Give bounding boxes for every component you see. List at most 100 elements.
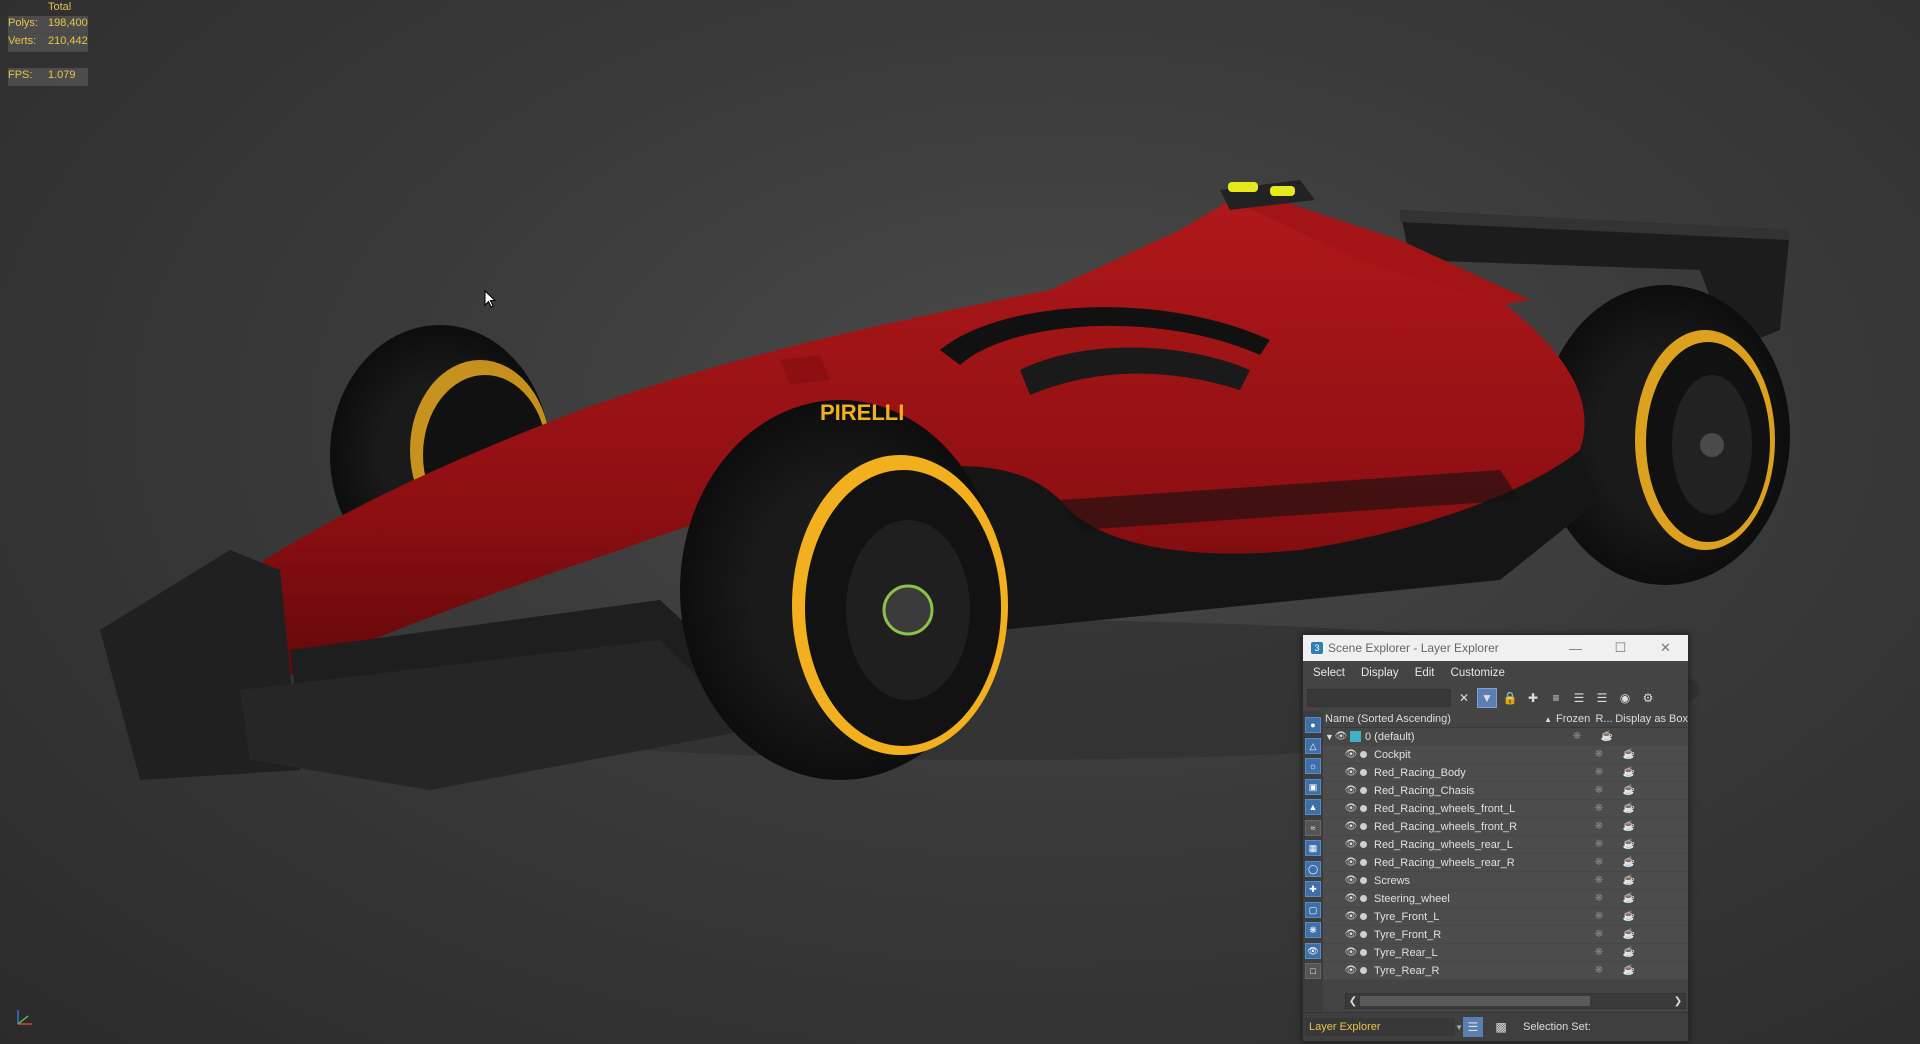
render-teapot-icon[interactable]: ☕	[1619, 875, 1639, 886]
scroll-left-icon[interactable]: ❮	[1346, 996, 1360, 1007]
spacewarps-filter-icon[interactable]: ≈	[1305, 819, 1321, 836]
visibility-eye-icon[interactable]: 👁	[1345, 839, 1358, 851]
render-teapot-icon[interactable]: ☕	[1619, 893, 1639, 904]
close-button[interactable]: ✕	[1643, 635, 1688, 661]
column-display-as-box[interactable]: Display as Box	[1615, 713, 1688, 725]
layer-row[interactable]: 👁 Red_Racing_Chasis ❋ ☕	[1323, 782, 1688, 800]
horizontal-scrollbar[interactable]: ❮ ❯	[1345, 993, 1686, 1009]
layer-row[interactable]: 👁 Red_Racing_wheels_rear_L ❋ ☕	[1323, 836, 1688, 854]
layer-row[interactable]: 👁 Tyre_Front_R ❋ ☕	[1323, 926, 1688, 944]
visibility-eye-icon[interactable]: 👁	[1345, 947, 1358, 959]
render-teapot-icon[interactable]: ☕	[1619, 911, 1639, 922]
render-teapot-icon[interactable]: ☕	[1619, 803, 1639, 814]
layers-mode-icon[interactable]: ☰	[1463, 1017, 1483, 1037]
particles-filter-icon[interactable]: ❋	[1305, 922, 1321, 938]
frozen-toggle-icon[interactable]: ❋	[1579, 929, 1619, 940]
visibility-eye-icon[interactable]: 👁	[1345, 965, 1358, 977]
layer-row-default[interactable]: ▼ 👁 0 (default) ❋ ☕	[1323, 728, 1688, 746]
add-to-layer-icon[interactable]: ≡	[1546, 688, 1566, 708]
frozen-toggle-icon[interactable]: ❋	[1579, 785, 1619, 796]
bones-filter-icon[interactable]: ✚	[1305, 881, 1321, 897]
visibility-eye-icon[interactable]: 👁	[1345, 803, 1358, 815]
visibility-eye-icon[interactable]: 👁	[1345, 857, 1358, 869]
highlight-icon[interactable]: ◉	[1615, 688, 1635, 708]
visibility-eye-icon[interactable]: 👁	[1345, 749, 1358, 761]
visibility-eye-icon[interactable]: 👁	[1345, 875, 1358, 887]
visibility-eye-icon[interactable]: 👁	[1345, 911, 1358, 923]
frozen-toggle-icon[interactable]: ❋	[1579, 947, 1619, 958]
column-name[interactable]: Name (Sorted Ascending) ▲	[1323, 713, 1556, 725]
lights-filter-icon[interactable]: ☼	[1305, 758, 1321, 774]
minimize-button[interactable]: —	[1553, 635, 1598, 661]
filter-icon[interactable]: ▼	[1477, 688, 1497, 708]
render-teapot-icon[interactable]: ☕	[1619, 785, 1639, 796]
layer-row[interactable]: 👁 Red_Racing_wheels_front_R ❋ ☕	[1323, 818, 1688, 836]
groups-filter-icon[interactable]: ▦	[1305, 840, 1321, 856]
layer-name: Tyre_Rear_R	[1374, 964, 1440, 977]
visibility-eye-icon[interactable]: 👁	[1345, 929, 1358, 941]
frozen-toggle-icon[interactable]: ❋	[1557, 731, 1597, 742]
scroll-right-icon[interactable]: ❯	[1671, 996, 1685, 1007]
visibility-eye-icon[interactable]: 👁	[1345, 785, 1358, 797]
frozen-toggle-icon[interactable]: ❋	[1579, 821, 1619, 832]
maximize-button[interactable]: ☐	[1598, 635, 1643, 661]
frozen-toggle-icon[interactable]: ❋	[1579, 911, 1619, 922]
search-input[interactable]	[1307, 689, 1451, 707]
hierarchy-icon[interactable]: ☰	[1569, 688, 1589, 708]
new-layer-icon[interactable]: ✚	[1523, 688, 1543, 708]
menu-customize[interactable]: Customize	[1451, 667, 1505, 679]
layer-row[interactable]: 👁 Red_Racing_wheels_front_L ❋ ☕	[1323, 800, 1688, 818]
layer-row[interactable]: 👁 Tyre_Rear_L ❋ ☕	[1323, 944, 1688, 962]
visibility-filter-icon[interactable]: 👁	[1305, 942, 1321, 959]
xrefs-filter-icon[interactable]: ◯	[1305, 860, 1321, 877]
render-teapot-icon[interactable]: ☕	[1619, 767, 1639, 778]
layer-row[interactable]: 👁 Screws ❋ ☕	[1323, 872, 1688, 890]
render-teapot-icon[interactable]: ☕	[1597, 731, 1617, 742]
frozen-toggle-icon[interactable]: ❋	[1579, 965, 1619, 976]
menu-select[interactable]: Select	[1313, 667, 1345, 679]
render-teapot-icon[interactable]: ☕	[1619, 929, 1639, 940]
render-teapot-icon[interactable]: ☕	[1619, 839, 1639, 850]
layer-row[interactable]: 👁 Tyre_Rear_R ❋ ☕	[1323, 962, 1688, 980]
helpers-filter-icon[interactable]: ▲	[1305, 799, 1321, 815]
containers-filter-icon[interactable]: ▢	[1305, 901, 1321, 918]
render-teapot-icon[interactable]: ☕	[1619, 947, 1639, 958]
frozen-toggle-icon[interactable]: ❋	[1579, 875, 1619, 886]
clear-search-icon[interactable]: ✕	[1454, 688, 1474, 708]
render-teapot-icon[interactable]: ☕	[1619, 749, 1639, 760]
hierarchy-mode-icon[interactable]: ▩	[1491, 1017, 1511, 1037]
frozen-toggle-icon[interactable]: ❋	[1579, 749, 1619, 760]
layer-row[interactable]: 👁 Red_Racing_wheels_rear_R ❋ ☕	[1323, 854, 1688, 872]
layer-row[interactable]: 👁 Red_Racing_Body ❋ ☕	[1323, 764, 1688, 782]
visibility-eye-icon[interactable]: 👁	[1345, 821, 1358, 833]
menu-display[interactable]: Display	[1361, 667, 1399, 679]
menu-edit[interactable]: Edit	[1415, 667, 1435, 679]
visibility-eye-icon[interactable]: 👁	[1345, 767, 1358, 779]
render-teapot-icon[interactable]: ☕	[1619, 965, 1639, 976]
geometry-filter-icon[interactable]: ●	[1305, 717, 1321, 733]
cameras-filter-icon[interactable]: ▣	[1305, 778, 1321, 795]
frozen-toggle-icon[interactable]: ❋	[1579, 803, 1619, 814]
frozen-toggle-icon[interactable]: ❋	[1579, 839, 1619, 850]
explorer-dropdown[interactable]: Layer Explorer ▼	[1305, 1018, 1463, 1036]
frozen-toggle-icon[interactable]: ❋	[1579, 893, 1619, 904]
expand-arrow-icon[interactable]: ▼	[1325, 732, 1335, 742]
lock-icon[interactable]: 🔒	[1500, 688, 1520, 708]
visibility-eye-icon[interactable]: 👁	[1345, 893, 1358, 905]
render-teapot-icon[interactable]: ☕	[1619, 821, 1639, 832]
panel-titlebar[interactable]: 3 Scene Explorer - Layer Explorer — ☐ ✕	[1303, 635, 1688, 661]
layers-icon[interactable]: ☰	[1592, 688, 1612, 708]
visibility-eye-icon[interactable]: 👁	[1335, 731, 1348, 743]
layer-row[interactable]: 👁 Tyre_Front_L ❋ ☕	[1323, 908, 1688, 926]
scroll-thumb[interactable]	[1360, 996, 1590, 1006]
layer-row[interactable]: 👁 Cockpit ❋ ☕	[1323, 746, 1688, 764]
frozen-toggle-icon[interactable]: ❋	[1579, 767, 1619, 778]
frozen-toggle-icon[interactable]: ❋	[1579, 857, 1619, 868]
display-all-icon[interactable]: □	[1305, 963, 1321, 979]
settings-icon[interactable]: ⚙	[1638, 688, 1658, 708]
shapes-filter-icon[interactable]: △	[1305, 737, 1321, 754]
render-teapot-icon[interactable]: ☕	[1619, 857, 1639, 868]
column-frozen[interactable]: Frozen	[1556, 713, 1595, 725]
column-render[interactable]: R...	[1595, 713, 1615, 725]
layer-row[interactable]: 👁 Steering_wheel ❋ ☕	[1323, 890, 1688, 908]
